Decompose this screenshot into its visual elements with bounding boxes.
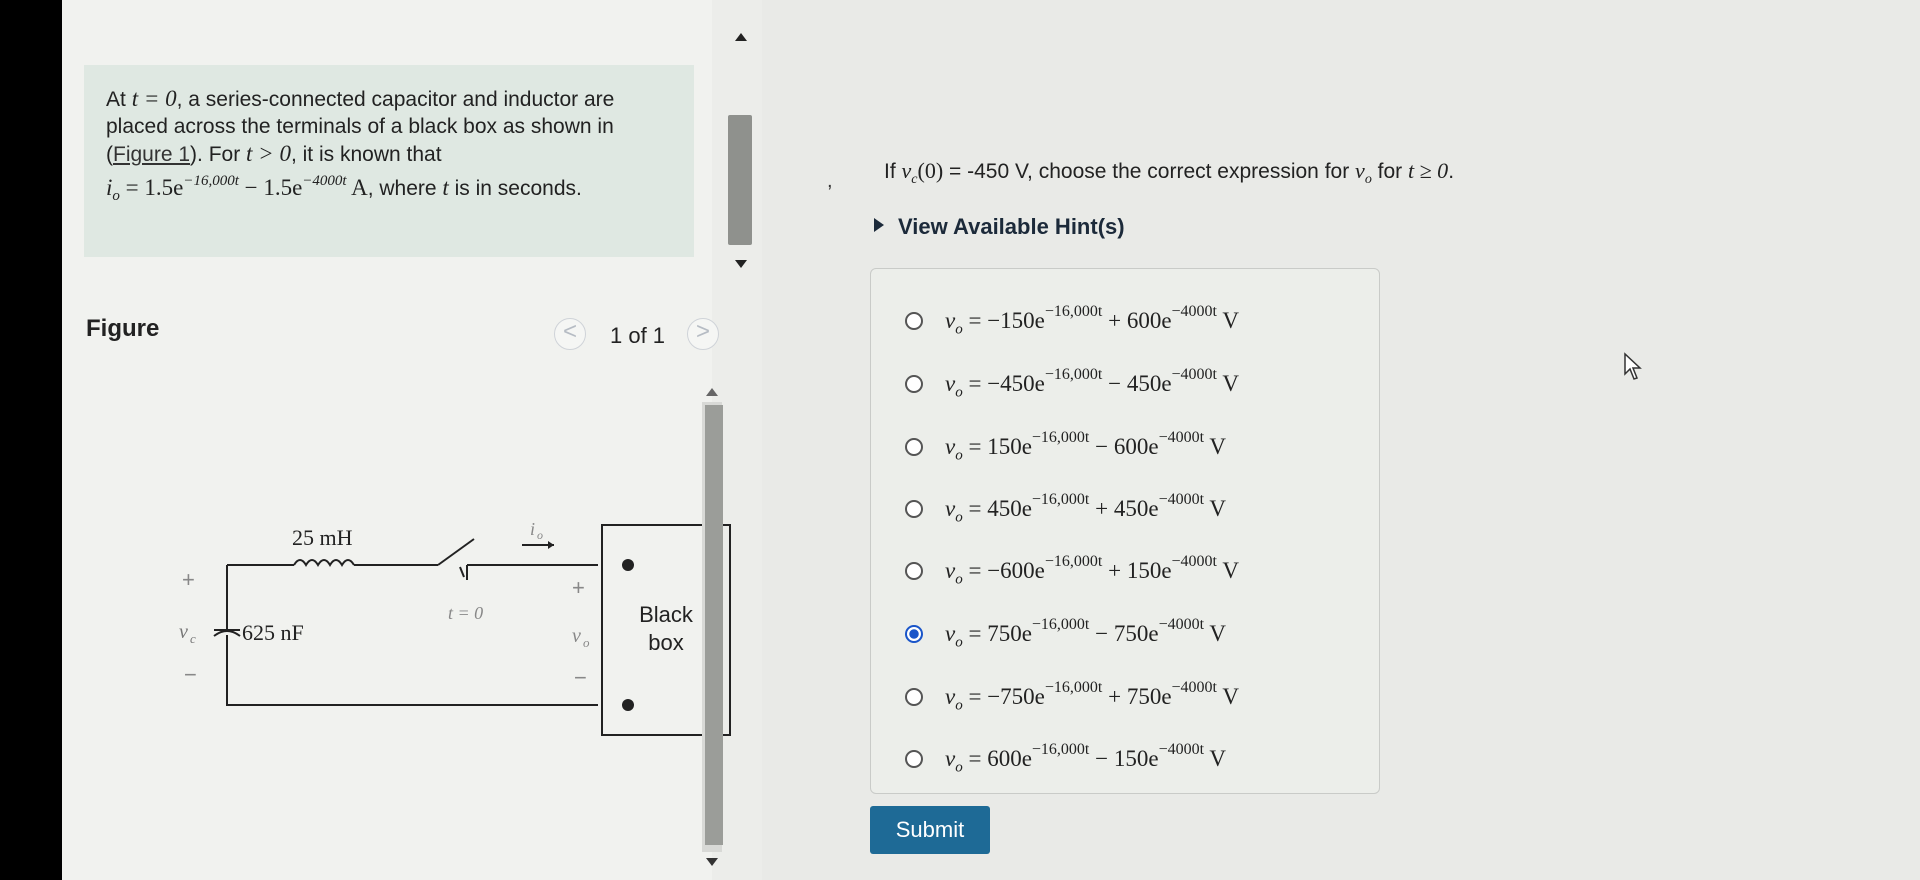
scroll-up-icon[interactable] <box>735 33 747 41</box>
figure-scroll-up-icon[interactable] <box>706 388 718 396</box>
option-equation: vo = 600e−16,000t − 150e−4000t V <box>945 741 1226 776</box>
math-exp-a: −16,000t <box>183 173 239 189</box>
question-part: . <box>1448 160 1455 183</box>
math-t0: t = 0 <box>131 86 177 111</box>
vc-label: v <box>179 621 188 643</box>
next-figure-button[interactable]: > <box>687 318 719 350</box>
vc-sub: c <box>190 631 196 646</box>
black-box-label-1: Black <box>639 602 694 627</box>
option-5[interactable]: vo = −600e−16,000t + 150e−4000t V <box>905 551 1239 591</box>
problem-text: , it is known that <box>290 143 442 166</box>
radio-button[interactable] <box>905 438 923 456</box>
question-part: for <box>1371 160 1408 183</box>
hint-label: View Available Hint(s) <box>898 214 1125 239</box>
question-part: If <box>884 160 902 183</box>
option-4[interactable]: vo = 450e−16,000t + 450e−4000t V <box>905 489 1226 529</box>
terminal-bottom <box>622 699 634 711</box>
vo-plus: + <box>572 575 585 600</box>
vo-minus: − <box>574 665 587 690</box>
question-value: = -450 V <box>943 160 1028 183</box>
math-vo-sub: o <box>1364 172 1372 188</box>
io-label: i <box>530 519 535 539</box>
switch-label: t = 0 <box>448 603 483 623</box>
option-8[interactable]: vo = 600e−16,000t − 150e−4000t V <box>905 739 1226 779</box>
question-text: If vc(0) = -450 V, choose the correct ex… <box>884 158 1454 188</box>
math-exp-b: −4000t <box>302 173 347 189</box>
mouse-cursor-icon <box>1624 352 1642 380</box>
vc-minus: − <box>184 662 197 687</box>
option-3[interactable]: vo = 150e−16,000t − 600e−4000t V <box>905 427 1226 467</box>
question-part: , choose the correct expression for <box>1027 160 1356 183</box>
capacitor-label: 625 nF <box>242 620 304 645</box>
figure-pager: 1 of 1 <box>610 323 666 348</box>
math-vc: v <box>901 158 912 183</box>
problem-text: is in seconds. <box>448 177 582 200</box>
math-cond: t ≥ 0 <box>1408 158 1449 183</box>
figure-title: Figure <box>86 315 160 342</box>
black-box-label-2: box <box>648 630 683 655</box>
vo-label: v <box>572 625 581 647</box>
main-scrollbar-thumb[interactable] <box>728 115 752 245</box>
radio-button[interactable] <box>905 562 923 580</box>
io-sub: o <box>537 528 543 542</box>
option-equation: vo = −150e−16,000t + 600e−4000t V <box>945 303 1239 338</box>
problem-statement: At t = 0, a series-connected capacitor a… <box>84 65 694 257</box>
problem-text: At <box>106 88 132 111</box>
math-vc-arg: (0) <box>917 158 944 183</box>
terminal-top <box>622 559 634 571</box>
answer-options: vo = −150e−16,000t + 600e−4000t V vo = −… <box>870 268 1380 794</box>
math-unit: A <box>346 175 368 200</box>
option-7[interactable]: vo = −750e−16,000t + 750e−4000t V <box>905 677 1239 717</box>
problem-text: , where <box>367 177 443 200</box>
radio-button[interactable] <box>905 375 923 393</box>
option-equation: vo = 150e−16,000t − 600e−4000t V <box>945 429 1226 464</box>
figure-scroll-down-icon[interactable] <box>706 858 718 866</box>
option-equation: vo = −450e−16,000t − 450e−4000t V <box>945 366 1239 401</box>
radio-button[interactable] <box>905 688 923 706</box>
stray-comma: , <box>827 170 833 192</box>
view-hints-toggle[interactable]: View Available Hint(s) <box>874 214 1125 240</box>
inductor-label: 25 mH <box>292 525 353 550</box>
scroll-down-icon[interactable] <box>735 260 747 268</box>
radio-button[interactable] <box>905 500 923 518</box>
math-tgt0: t > 0 <box>246 141 291 166</box>
math-eq-b: − 1.5e <box>238 175 303 200</box>
radio-button[interactable] <box>905 312 923 330</box>
problem-text: ). For <box>190 143 247 166</box>
prev-figure-button[interactable]: < <box>554 318 586 350</box>
option-equation: vo = 750e−16,000t − 750e−4000t V <box>945 616 1226 651</box>
option-2[interactable]: vo = −450e−16,000t − 450e−4000t V <box>905 364 1239 404</box>
option-6[interactable]: vo = 750e−16,000t − 750e−4000t V <box>905 614 1226 654</box>
option-equation: vo = −600e−16,000t + 150e−4000t V <box>945 553 1239 588</box>
radio-button-selected[interactable] <box>905 625 923 643</box>
left-pane: At t = 0, a series-connected capacitor a… <box>62 0 731 880</box>
option-1[interactable]: vo = −150e−16,000t + 600e−4000t V <box>905 301 1239 341</box>
option-equation: vo = −750e−16,000t + 750e−4000t V <box>945 679 1239 714</box>
switch-contact <box>459 566 465 578</box>
submit-button[interactable]: Submit <box>870 806 990 854</box>
math-vo: v <box>1355 158 1365 183</box>
expand-triangle-icon <box>874 218 884 232</box>
current-arrow <box>548 541 554 549</box>
figure-scrollbar-thumb[interactable] <box>705 405 723 845</box>
figure-link[interactable]: Figure 1 <box>113 143 190 166</box>
vc-plus: + <box>182 567 195 592</box>
radio-button[interactable] <box>905 750 923 768</box>
option-equation: vo = 450e−16,000t + 450e−4000t V <box>945 491 1226 526</box>
vo-sub: o <box>583 635 590 650</box>
circuit-diagram: 25 mH 625 nF v c + − t = 0 i o + − v o B… <box>179 519 731 736</box>
math-io-sub: o <box>112 188 120 205</box>
math-eq-a: = 1.5e <box>119 175 184 200</box>
